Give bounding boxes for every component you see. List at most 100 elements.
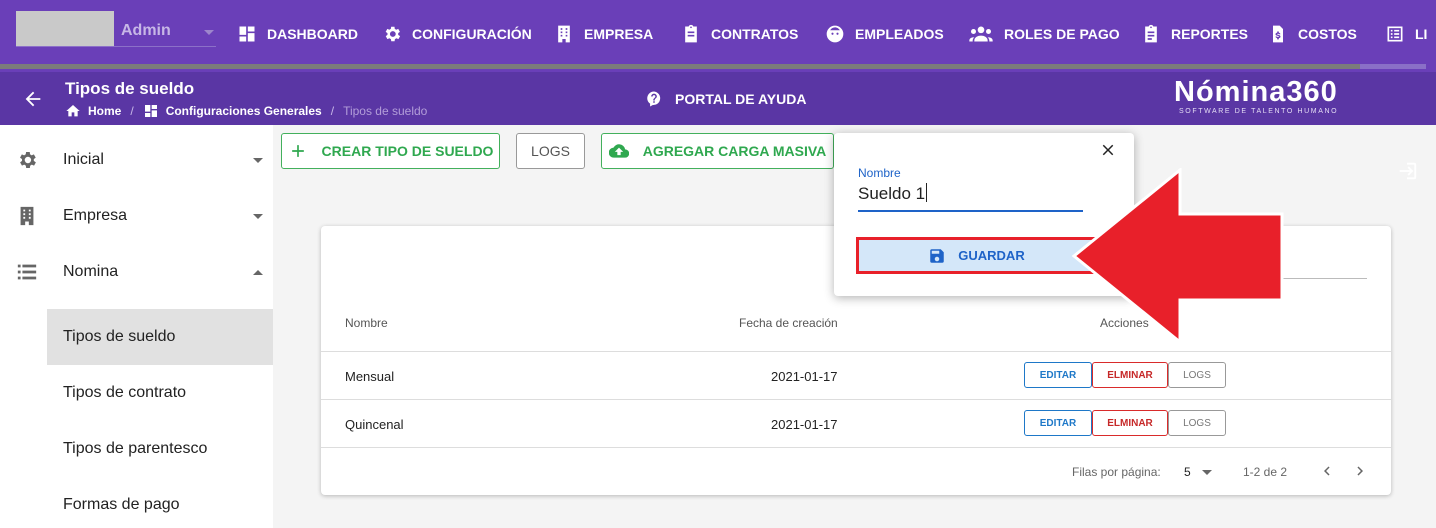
name-field[interactable]: Sueldo 1 (858, 183, 928, 204)
close-icon[interactable] (1099, 141, 1117, 159)
back-arrow-icon[interactable] (22, 88, 44, 110)
nav-label: DASHBOARD (267, 26, 358, 42)
name-field-underline (858, 210, 1083, 212)
nav-label: EMPLEADOS (855, 26, 944, 42)
cell-fecha: 2021-01-17 (771, 417, 838, 432)
bulk-upload-label: AGREGAR CARGA MASIVA (642, 143, 827, 159)
text-cursor (926, 183, 928, 202)
nav-label: COSTOS (1298, 26, 1357, 42)
row-logs-button[interactable]: LOGS (1168, 362, 1226, 388)
sidebar-item-label: Inicial (63, 151, 104, 168)
bulk-upload-button[interactable]: AGREGAR CARGA MASIVA (601, 133, 834, 169)
invoice-icon (1273, 25, 1283, 43)
help-icon (647, 91, 661, 107)
nav-reportes[interactable]: REPORTES (1141, 22, 1248, 46)
home-icon (66, 105, 80, 117)
red-arrow-annotation (1071, 168, 1284, 344)
save-button-label: GUARDAR (958, 248, 1025, 263)
chevron-down-icon (253, 157, 263, 163)
save-button[interactable]: GUARDAR (856, 237, 1097, 274)
chevron-down-icon[interactable] (204, 30, 214, 35)
table-divider (321, 447, 1391, 448)
rows-per-page-select[interactable]: 5 (1184, 465, 1191, 479)
chevron-left-icon[interactable] (1318, 462, 1336, 480)
logout-icon[interactable] (1396, 160, 1418, 182)
create-button-label: CREAR TIPO DE SUELDO (321, 143, 494, 159)
delete-button[interactable]: ELMINAR (1092, 410, 1168, 436)
column-header-nombre[interactable]: Nombre (345, 316, 388, 330)
gear-icon (385, 26, 401, 42)
sidebar-item-empresa[interactable]: Empresa (0, 188, 273, 244)
dashboard-icon (144, 105, 157, 117)
sidebar-subitem-tipos-de-contrato[interactable]: Tipos de contrato (47, 365, 273, 421)
avatar[interactable] (16, 11, 114, 46)
nav-empresa[interactable]: EMPRESA (554, 22, 653, 46)
user-menu-underline (16, 46, 216, 47)
breadcrumb-separator: / (330, 104, 335, 118)
table-divider (321, 399, 1391, 400)
cell-nombre: Mensual (345, 369, 395, 384)
table-divider (321, 351, 1391, 352)
plus-icon (291, 145, 304, 157)
nav-label: CONFIGURACIÓN (412, 26, 532, 42)
nav-configuracion[interactable]: CONFIGURACIÓN (382, 22, 532, 46)
nav-label: CONTRATOS (711, 26, 799, 42)
cell-fecha: 2021-01-17 (771, 369, 838, 384)
sidebar-subitem-tipos-de-parentesco[interactable]: Tipos de parentesco (47, 421, 273, 477)
floppy-disk-icon (930, 248, 945, 263)
delete-button[interactable]: ELMINAR (1092, 362, 1168, 388)
nav-label: LI (1415, 26, 1428, 42)
breadcrumb-configuraciones[interactable]: Configuraciones Generales (166, 104, 322, 118)
sidebar-subitem-tipos-de-sueldo[interactable]: Tipos de sueldo (47, 309, 273, 365)
dashboard-icon (239, 26, 255, 42)
cell-nombre: Quincenal (345, 417, 404, 432)
sidebar-item-inicial[interactable]: Inicial (0, 132, 273, 188)
column-header-fecha[interactable]: Fecha de creación (739, 316, 838, 330)
chevron-down-icon (253, 213, 263, 219)
cloud-upload-icon (608, 144, 629, 158)
logs-button[interactable]: LOGS (516, 133, 585, 169)
nav-scrollbar-thumb[interactable] (0, 64, 1360, 69)
face-icon (826, 25, 844, 43)
row-logs-button[interactable]: LOGS (1168, 410, 1226, 436)
edit-button[interactable]: EDITAR (1024, 410, 1092, 436)
rows-per-page-label: Filas por página: (1072, 465, 1161, 479)
gear-icon (20, 152, 36, 168)
help-portal-link[interactable]: PORTAL DE AYUDA (645, 90, 806, 108)
create-salary-type-button[interactable]: CREAR TIPO DE SUELDO (281, 133, 500, 169)
breadcrumb-home[interactable]: Home (88, 104, 121, 118)
clipboard-icon (685, 24, 697, 43)
clipboard-list-icon (1145, 24, 1157, 43)
nav-costos[interactable]: COSTOS (1268, 22, 1357, 46)
building-icon (558, 25, 570, 43)
sidebar-item-label: Nomina (63, 263, 119, 280)
nav-dashboard[interactable]: DASHBOARD (237, 22, 358, 46)
nav-label: ROLES DE PAGO (1004, 26, 1120, 42)
breadcrumb-current: Tipos de sueldo (343, 104, 428, 118)
sidebar-subitem-formas-de-pago[interactable]: Formas de pago (47, 477, 273, 528)
edit-button[interactable]: EDITAR (1024, 362, 1092, 388)
user-menu-label[interactable]: Admin (121, 22, 171, 40)
pagination-range: 1-2 de 2 (1243, 465, 1288, 479)
nav-li[interactable]: LI (1385, 22, 1427, 46)
logo: Nómina360 (1174, 76, 1338, 108)
logo-tagline: SOFTWARE DE TALENTO HUMANO (1179, 108, 1339, 115)
chevron-down-icon[interactable] (1202, 470, 1212, 475)
breadcrumb-separator: / (130, 104, 134, 118)
name-field-label: Nombre (858, 166, 901, 180)
sidebar-item-nomina[interactable]: Nomina (0, 244, 273, 300)
name-field-value: Sueldo 1 (858, 184, 926, 203)
nav-roles-de-pago[interactable]: ROLES DE PAGO (968, 22, 1120, 46)
list-icon (1387, 26, 1403, 42)
building-icon (20, 206, 34, 226)
chevron-right-icon[interactable] (1351, 462, 1369, 480)
sidebar-item-label: Empresa (63, 207, 128, 224)
nav-empleados[interactable]: EMPLEADOS (825, 22, 944, 46)
nav-contratos[interactable]: CONTRATOS (681, 22, 798, 46)
list-icon (17, 264, 37, 280)
breadcrumb: Home / Configuraciones Generales / Tipos… (65, 103, 427, 119)
page-title: Tipos de sueldo (65, 79, 195, 98)
help-label: PORTAL DE AYUDA (675, 91, 807, 107)
chevron-up-icon (253, 269, 263, 275)
nav-label: REPORTES (1171, 26, 1249, 42)
